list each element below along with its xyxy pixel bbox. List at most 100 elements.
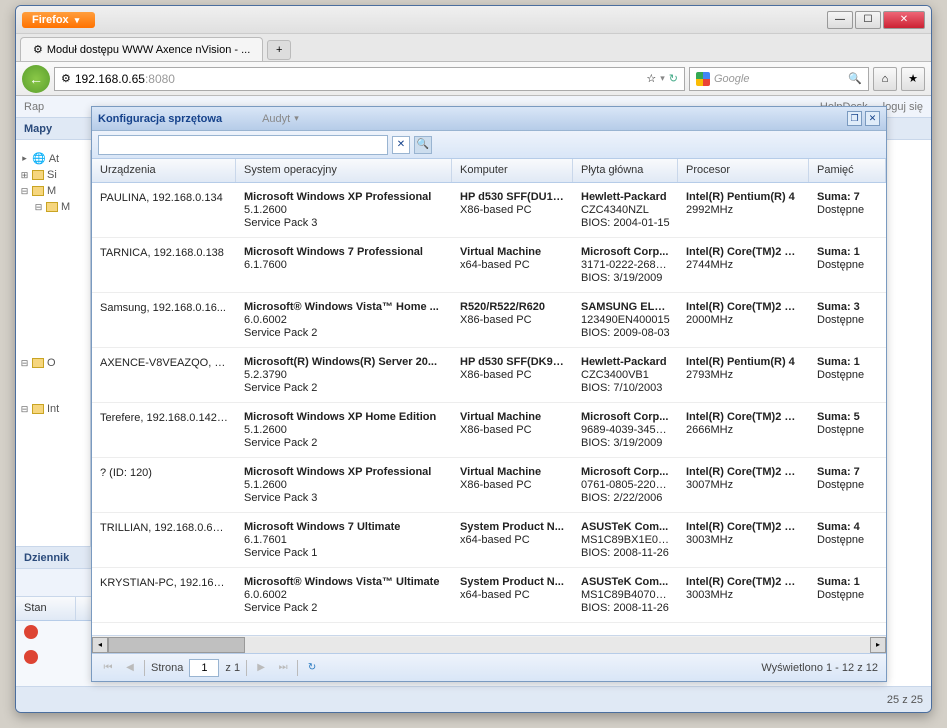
dropdown-icon[interactable]: ▾ (660, 73, 665, 84)
cell-motherboard: Microsoft Corp...9689-4039-3459-...BIOS:… (573, 411, 678, 449)
cell-device: ? (ID: 120) (92, 466, 236, 504)
clear-search-button[interactable]: ✕ (392, 136, 410, 154)
cell-os: Microsoft Windows 7 Ultimate6.1.7601Serv… (236, 521, 452, 559)
home-button[interactable]: ⌂ (873, 67, 897, 91)
cell-device: AXENCE-V8VEAZQO, 1... (92, 356, 236, 394)
nav-bar: ← ⚙ 192.168.0.65:8080 ☆ ▾ ↻ Google 🔍 ⌂ ★ (16, 62, 931, 96)
browser-window: Firefox — ☐ ✕ ⚙ Moduł dostępu WWW Axence… (15, 5, 932, 713)
col-header-computer[interactable]: Komputer (452, 159, 573, 182)
cell-motherboard: ASUSTeK Com...MS1C89BX1E001...BIOS: 2008… (573, 521, 678, 559)
dropdown-icon[interactable]: ▾ (294, 113, 299, 124)
cell-processor: Intel(R) Pentium(R) 42992MHz (678, 191, 809, 229)
cell-computer: R520/R522/R620X86-based PC (452, 301, 573, 339)
close-button[interactable]: ✕ (883, 11, 925, 29)
panel-header[interactable]: Konfiguracja sprzętowa Audyt ▾ ❐ ✕ (92, 107, 886, 131)
cell-device: TRILLIAN, 192.168.0.68 ... (92, 521, 236, 559)
tree-item[interactable]: ⊟Int (16, 401, 90, 417)
cell-computer: Virtual Machinex64-based PC (452, 246, 573, 284)
footer-status: Wyświetlono 1 - 12 z 12 (761, 662, 878, 674)
search-go-icon[interactable]: 🔍 (848, 72, 862, 85)
scrollbar-thumb[interactable] (108, 637, 245, 653)
reload-icon[interactable]: ↻ (669, 72, 678, 85)
panel-title: Konfiguracja sprzętowa (98, 113, 222, 125)
cell-os: Microsoft(R) Windows(R) Server 20...5.2.… (236, 356, 452, 394)
page-first-button[interactable]: ⏮ (100, 660, 116, 676)
search-bar[interactable]: Google 🔍 (689, 67, 869, 91)
cell-motherboard: ASUSTeK Com...MS1C89B40703383BIOS: 2008-… (573, 576, 678, 614)
refresh-button[interactable]: ↻ (304, 660, 320, 676)
scroll-right-button[interactable]: ▸ (870, 637, 886, 653)
cell-memory: Suma: 7Dostępne (809, 191, 886, 229)
page-last-button[interactable]: ⏭ (275, 660, 291, 676)
cell-memory: Suma: 5Dostępne (809, 411, 886, 449)
col-header-memory[interactable]: Pamięć (809, 159, 886, 182)
alert-icon (24, 650, 38, 664)
search-button[interactable]: 🔍 (414, 136, 432, 154)
col-header-device[interactable]: Urządzenia (92, 159, 236, 182)
table-row[interactable]: AXENCE-V8VEAZQO, 1...Microsoft(R) Window… (92, 348, 886, 403)
panel-maximize-button[interactable]: ❐ (847, 111, 862, 126)
folder-icon (32, 404, 44, 414)
folder-icon (32, 170, 44, 180)
horizontal-scrollbar[interactable]: ◂ ▸ (92, 635, 886, 653)
grid-body[interactable]: PAULINA, 192.168.0.134Microsoft Windows … (92, 183, 886, 635)
table-row[interactable]: KRYSTIAN-PC, 192.168...Microsoft® Window… (92, 568, 886, 623)
page-prev-button[interactable]: ◀ (122, 660, 138, 676)
cell-memory: Suma: 4Dostępne (809, 521, 886, 559)
firefox-menu-button[interactable]: Firefox (22, 12, 95, 28)
cell-processor: Intel(R) Core(TM)2 Q...2666MHz (678, 411, 809, 449)
status-count: 25 z 25 (887, 694, 923, 706)
table-row[interactable]: Terefere, 192.168.0.142 ...Microsoft Win… (92, 403, 886, 458)
cell-motherboard: Microsoft Corp...3171-0222-2685-...BIOS:… (573, 246, 678, 284)
table-row[interactable]: PAULINA, 192.168.0.134Microsoft Windows … (92, 183, 886, 238)
cell-motherboard: Hewlett-PackardCZC3400VB1BIOS: 7/10/2003 (573, 356, 678, 394)
search-input[interactable] (98, 135, 388, 155)
status-bar: 25 z 25 (16, 686, 931, 712)
col-header-processor[interactable]: Procesor (678, 159, 809, 182)
col-header-os[interactable]: System operacyjny (236, 159, 452, 182)
cell-computer: System Product N...x64-based PC (452, 521, 573, 559)
scrollbar-track[interactable] (108, 637, 870, 653)
tab-bar: ⚙ Moduł dostępu WWW Axence nVision - ...… (16, 34, 931, 62)
tree-item[interactable]: ⊟M (16, 199, 90, 215)
new-tab-button[interactable]: + (267, 40, 291, 60)
panel-toolbar: ✕ 🔍 (92, 131, 886, 159)
tree-item[interactable]: ⊟M (16, 183, 90, 199)
logout-link[interactable]: loguj się (883, 101, 923, 113)
maximize-button[interactable]: ☐ (855, 11, 881, 29)
table-row[interactable]: ? (ID: 120)Microsoft Windows XP Professi… (92, 458, 886, 513)
panel-close-button[interactable]: ✕ (865, 111, 880, 126)
cell-computer: System Product N...x64-based PC (452, 576, 573, 614)
browser-tab[interactable]: ⚙ Moduł dostępu WWW Axence nVision - ... (20, 37, 263, 61)
cell-device: Samsung, 192.168.0.16... (92, 301, 236, 339)
titlebar: Firefox — ☐ ✕ (16, 6, 931, 34)
page-next-button[interactable]: ▶ (253, 660, 269, 676)
tree-item[interactable]: ⊞Si (16, 167, 90, 183)
table-row[interactable]: Samsung, 192.168.0.16...Microsoft® Windo… (92, 293, 886, 348)
cell-device: Terefere, 192.168.0.142 ... (92, 411, 236, 449)
tree-item[interactable]: ⊟O (16, 355, 90, 371)
cell-os: Microsoft Windows XP Home Edition5.1.260… (236, 411, 452, 449)
cell-os: Microsoft Windows XP Professional5.1.260… (236, 191, 452, 229)
search-placeholder: Google (714, 73, 844, 85)
audit-label: Audyt (262, 113, 290, 125)
cell-device: TARNICA, 192.168.0.138 (92, 246, 236, 284)
back-button[interactable]: ← (22, 65, 50, 93)
bookmarks-button[interactable]: ★ (901, 67, 925, 91)
scroll-left-button[interactable]: ◂ (92, 637, 108, 653)
minimize-button[interactable]: — (827, 11, 853, 29)
cell-memory: Suma: 7Dostępne (809, 466, 886, 504)
page-label: Strona (151, 662, 183, 674)
page-of-label: z 1 (225, 662, 240, 674)
page-number-input[interactable] (189, 659, 219, 677)
col-stan[interactable]: Stan (16, 597, 76, 620)
cell-computer: Virtual MachineX86-based PC (452, 466, 573, 504)
bookmark-star-icon[interactable]: ☆ (646, 72, 656, 85)
tree-item[interactable]: ▸🌐At (16, 150, 90, 167)
table-row[interactable]: TRILLIAN, 192.168.0.68 ...Microsoft Wind… (92, 513, 886, 568)
col-header-motherboard[interactable]: Płyta główna (573, 159, 678, 182)
table-row[interactable]: TARNICA, 192.168.0.138Microsoft Windows … (92, 238, 886, 293)
site-identity-icon: ⚙ (61, 72, 71, 85)
url-bar[interactable]: ⚙ 192.168.0.65:8080 ☆ ▾ ↻ (54, 67, 685, 91)
cell-computer: Virtual MachineX86-based PC (452, 411, 573, 449)
